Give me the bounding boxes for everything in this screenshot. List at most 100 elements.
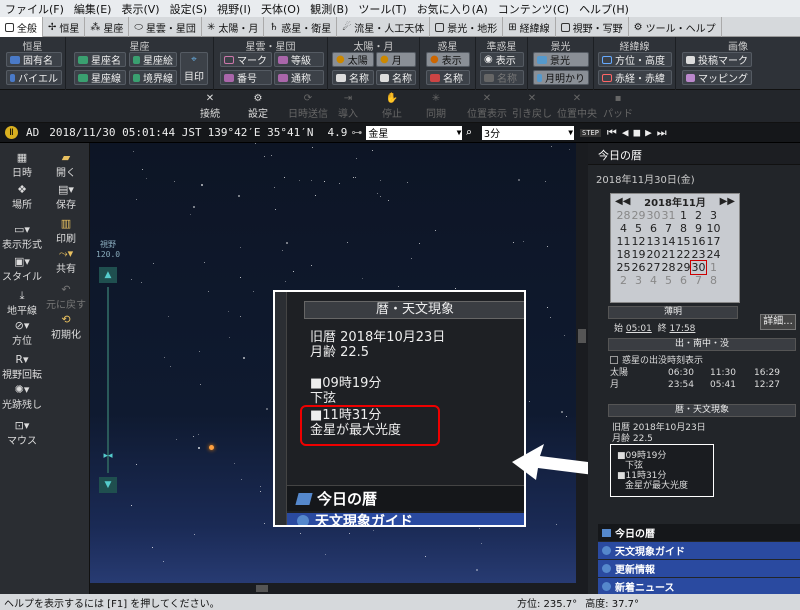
moon-name-button[interactable]: 名称 (376, 70, 416, 85)
calendar-day[interactable]: 31 (661, 209, 676, 222)
tab-scenery[interactable]: 景光・地形 (430, 17, 504, 37)
center-button[interactable]: ✕ 位置中央 (552, 92, 602, 120)
print-button[interactable]: ▥ 印刷 (44, 217, 88, 245)
menu-help[interactable]: ヘルプ(H) (574, 1, 634, 17)
tab-nebulae[interactable]: ⬭ 星雲・星団 (129, 17, 202, 37)
pull-back-button[interactable]: ✕ 引き戻し (508, 92, 556, 120)
menu-field[interactable]: 視野(I) (212, 1, 256, 17)
tab-constellations[interactable]: ⁂ 星座 (85, 17, 130, 37)
fov-slider-track[interactable] (107, 287, 109, 473)
calendar-day[interactable]: 6 (676, 274, 691, 287)
horizontal-scrollbar[interactable] (90, 583, 588, 594)
azalt-button[interactable]: 方位・高度 (598, 52, 672, 67)
mapping-button[interactable]: マッピング (682, 70, 752, 85)
init-button[interactable]: ⟲ 初期化 (44, 313, 88, 341)
menu-observe[interactable]: 観測(B) (305, 1, 353, 17)
time-send-button[interactable]: ⟳ 日時送信 (284, 92, 332, 120)
prev-icon[interactable]: ◀ (622, 126, 629, 139)
fov-slider-handle[interactable]: ▸◂ (98, 451, 118, 463)
interval-select[interactable]: 3分 ▼ (482, 125, 575, 140)
const-boundary-button[interactable]: 境界線 (129, 70, 177, 85)
play-icon[interactable]: ▶ (645, 126, 652, 139)
calendar-day[interactable]: 16 (691, 235, 706, 248)
twilight-start[interactable]: 05:01 (626, 324, 652, 334)
position-show-button[interactable]: ✕ 位置表示 (462, 92, 512, 120)
section-updates[interactable]: 更新情報 (598, 560, 800, 577)
stop-button[interactable]: ✋ 停止 (372, 92, 412, 120)
horizon-button[interactable]: ⤓ 地平線 (0, 289, 44, 317)
moon-button[interactable]: ● 月 (376, 52, 416, 67)
calendar-day[interactable]: 30 (646, 209, 661, 222)
calendar-day[interactable]: 12 (631, 235, 646, 248)
twilight-end[interactable]: 17:58 (669, 324, 695, 334)
calendar-day[interactable]: 5 (631, 222, 646, 235)
calendar-day[interactable]: 8 (706, 274, 721, 287)
menu-view[interactable]: 表示(V) (116, 1, 164, 17)
calendar-day[interactable]: 2 (616, 274, 631, 287)
calendar-day[interactable]: 27 (646, 261, 661, 274)
field-rotate-button[interactable]: R▾ 視野回転 (0, 353, 44, 381)
menu-contents[interactable]: コンテンツ(C) (493, 1, 574, 17)
nebula-mark-button[interactable]: マーク (220, 52, 272, 67)
place-button[interactable]: ❖ 場所 (0, 183, 44, 211)
sun-button[interactable]: ● 太陽 (332, 52, 374, 67)
fast-forward-icon[interactable]: ⏭ (657, 126, 667, 140)
calendar-day[interactable]: 10 (706, 222, 721, 235)
planet-show-button[interactable]: ● 表示 (426, 52, 470, 67)
stop-icon[interactable]: ■ (633, 126, 640, 139)
vertical-scrollbar[interactable] (576, 143, 588, 583)
calendar-day[interactable]: 22 (676, 248, 691, 261)
calendar-day[interactable]: 20 (646, 248, 661, 261)
tab-gridlines[interactable]: ⊞ 経緯線 (503, 17, 556, 37)
calendar-day[interactable]: 1 (706, 261, 721, 274)
calendar-day[interactable]: 11 (616, 235, 631, 248)
calendar-day[interactable]: 8 (676, 222, 691, 235)
const-line-button[interactable]: 星座線 (74, 70, 126, 85)
calendar-day[interactable]: 26 (631, 261, 646, 274)
section-news[interactable]: 新着ニュース (598, 578, 800, 594)
calendar-day[interactable]: 24 (706, 248, 721, 261)
datetime-display[interactable]: 2018/11/30 05:01:44 JST (49, 126, 201, 139)
menu-object[interactable]: 天体(O) (256, 1, 305, 17)
calendar-day[interactable]: 28 (661, 261, 676, 274)
calendar-day[interactable]: 13 (646, 235, 661, 248)
save-button[interactable]: ▤▾ 保存 (44, 183, 88, 211)
share-button[interactable]: ⤳▾ 共有 (44, 247, 88, 275)
minor-name-button[interactable]: 名称 (480, 70, 524, 85)
zoom-in-button[interactable]: ▲ (99, 267, 117, 283)
nebula-common-button[interactable]: 通称 (274, 70, 324, 85)
menu-settings[interactable]: 設定(S) (165, 1, 213, 17)
intro-button[interactable]: ⇥ 導入 (328, 92, 368, 120)
tab-meteors[interactable]: ☄ 流星・人工天体 (337, 17, 431, 37)
calendar-day[interactable]: 4 (646, 274, 661, 287)
tab-general[interactable]: 全般 (0, 17, 43, 37)
chevron-down-icon[interactable]: ▼ (568, 128, 573, 137)
moonlight-button[interactable]: 月明かり (533, 70, 589, 85)
detail-button[interactable]: 詳細... (760, 314, 796, 330)
calendar-day[interactable]: 29 (631, 209, 646, 222)
chevron-down-icon[interactable]: ▼ (457, 128, 462, 137)
nebula-magnitude-button[interactable]: 等級 (274, 52, 324, 67)
bayer-button[interactable]: バイエル (6, 70, 62, 85)
timezone-icon[interactable]: Ⅱ (5, 126, 18, 139)
menu-file[interactable]: ファイル(F) (0, 1, 69, 17)
radec-button[interactable]: 赤経・赤緯 (598, 70, 672, 85)
scroll-thumb[interactable] (578, 329, 586, 343)
scroll-thumb[interactable] (256, 585, 268, 592)
menu-favorites[interactable]: お気に入り(A) (412, 1, 493, 17)
calendar-day[interactable]: 25 (616, 261, 631, 274)
post-mark-button[interactable]: 投稿マーク (682, 52, 752, 67)
location-display[interactable]: 139°42′E 35°41′N (208, 126, 314, 139)
calendar-day[interactable]: 30 (690, 260, 707, 275)
telescope-settings-button[interactable]: ⚙ 設定 (236, 92, 280, 120)
prev-month-icon[interactable]: ◀◀ (615, 196, 630, 207)
calendar-day[interactable]: 15 (676, 235, 691, 248)
trail-button[interactable]: ✺▾ 光跡残し (0, 383, 44, 411)
calendar-day[interactable]: 29 (676, 261, 691, 274)
const-name-button[interactable]: 星座名 (74, 52, 126, 67)
connect-button[interactable]: ✕ 接続 (188, 92, 232, 120)
tab-sunmoon[interactable]: ✳ 太陽・月 (202, 17, 265, 37)
calendar-day[interactable]: 3 (631, 274, 646, 287)
tab-fov[interactable]: 視野・写野 (556, 17, 629, 37)
rewind-icon[interactable]: ⏮ (607, 126, 617, 140)
